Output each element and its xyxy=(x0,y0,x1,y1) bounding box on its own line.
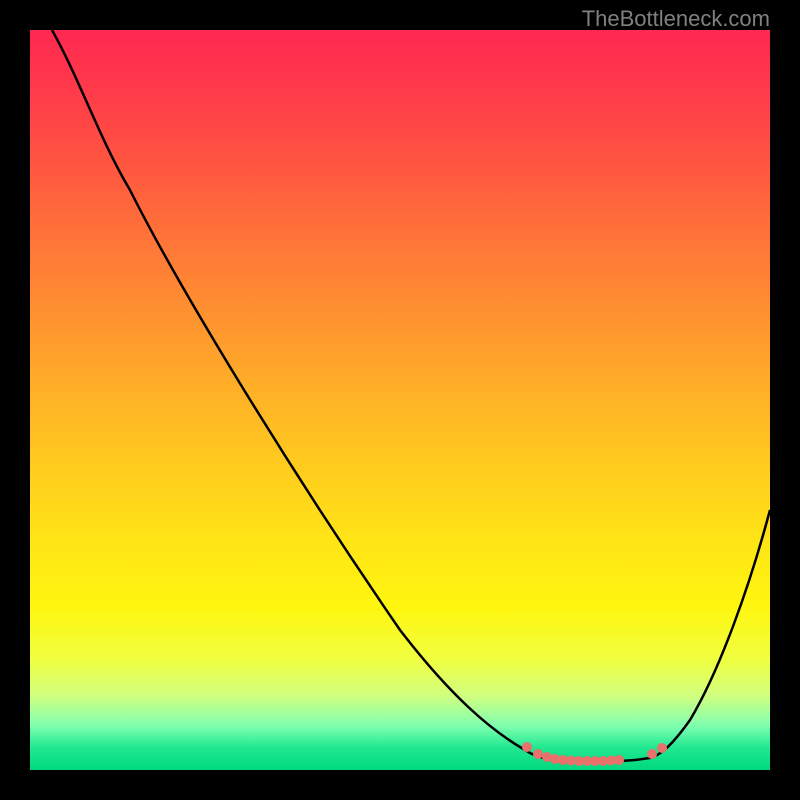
chart-svg xyxy=(30,30,770,770)
bottleneck-curve xyxy=(52,30,770,762)
plot-area xyxy=(30,30,770,770)
optimal-range-markers xyxy=(522,742,667,766)
watermark-text: TheBottleneck.com xyxy=(582,6,770,32)
chart-container: TheBottleneck.com xyxy=(0,0,800,800)
